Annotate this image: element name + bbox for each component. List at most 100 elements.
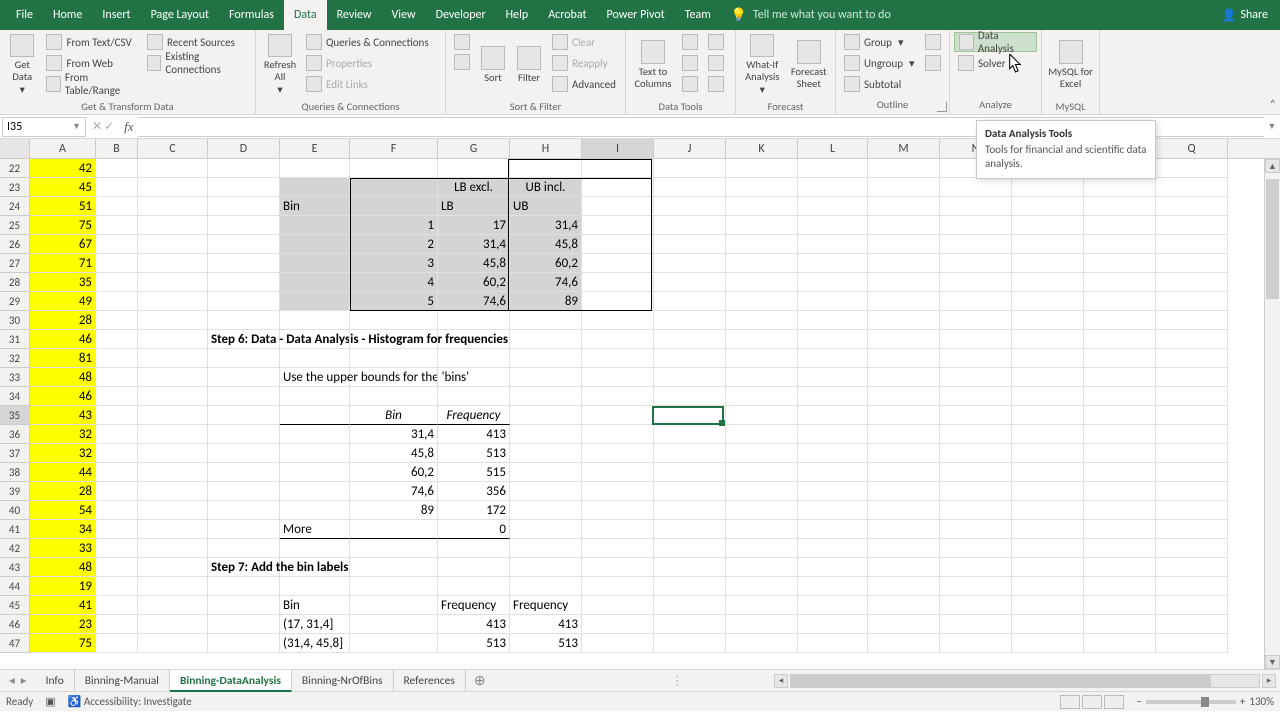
cell[interactable] <box>940 273 1012 292</box>
tab-data[interactable]: Data <box>284 0 327 30</box>
cell[interactable] <box>510 159 582 178</box>
cell[interactable] <box>280 425 350 444</box>
cell[interactable] <box>726 159 798 178</box>
cell[interactable] <box>940 292 1012 311</box>
cell[interactable] <box>138 235 208 254</box>
cell[interactable] <box>208 501 280 520</box>
cell[interactable] <box>582 596 654 615</box>
cell[interactable]: 44 <box>30 463 96 482</box>
row-header[interactable]: 28 <box>0 273 30 292</box>
cell[interactable]: 45 <box>30 178 96 197</box>
cell[interactable] <box>438 311 510 330</box>
cell[interactable]: 46 <box>30 387 96 406</box>
row-header[interactable]: 46 <box>0 615 30 634</box>
cell[interactable]: 60,2 <box>510 254 582 273</box>
cell[interactable] <box>438 577 510 596</box>
cell[interactable] <box>1012 235 1084 254</box>
cell[interactable] <box>582 311 654 330</box>
cell[interactable]: 2 <box>350 235 438 254</box>
cell[interactable] <box>510 387 582 406</box>
col-header[interactable]: G <box>438 139 510 158</box>
cell[interactable] <box>940 235 1012 254</box>
cell[interactable] <box>654 216 726 235</box>
cell[interactable] <box>138 330 208 349</box>
cell[interactable] <box>868 482 940 501</box>
cell[interactable]: 32 <box>30 425 96 444</box>
cell[interactable] <box>798 349 868 368</box>
row-header[interactable]: 33 <box>0 368 30 387</box>
cell[interactable]: 45,8 <box>438 254 510 273</box>
cell[interactable] <box>1156 634 1228 653</box>
cell[interactable] <box>726 558 798 577</box>
cell[interactable] <box>1156 216 1228 235</box>
cell[interactable] <box>726 425 798 444</box>
expand-formula-bar-icon[interactable]: ▼ <box>1264 121 1280 132</box>
cell[interactable] <box>940 444 1012 463</box>
col-header[interactable]: M <box>868 139 940 158</box>
cell[interactable] <box>654 197 726 216</box>
cell[interactable] <box>726 349 798 368</box>
cell[interactable] <box>1084 387 1156 406</box>
cell[interactable]: 33 <box>30 539 96 558</box>
cell[interactable] <box>1012 349 1084 368</box>
cell[interactable] <box>1084 539 1156 558</box>
cell[interactable] <box>726 520 798 539</box>
cell[interactable] <box>1012 387 1084 406</box>
cell[interactable] <box>1084 197 1156 216</box>
sort-asc-button[interactable] <box>450 32 474 52</box>
cell[interactable] <box>726 539 798 558</box>
cell[interactable] <box>726 615 798 634</box>
cell[interactable]: (31,4, 45,8] <box>280 634 350 653</box>
group-button[interactable]: Group▾ <box>840 32 919 52</box>
cell[interactable]: 19 <box>30 577 96 596</box>
cell[interactable] <box>868 425 940 444</box>
cell[interactable] <box>1084 368 1156 387</box>
cell[interactable]: 60,2 <box>350 463 438 482</box>
cell[interactable] <box>280 216 350 235</box>
cell[interactable] <box>1012 444 1084 463</box>
sheet-tab[interactable]: Binning-Manual <box>75 670 170 692</box>
row-header[interactable]: 32 <box>0 349 30 368</box>
fx-icon[interactable]: fx <box>124 119 133 135</box>
cell[interactable] <box>868 216 940 235</box>
cell[interactable] <box>208 178 280 197</box>
cell[interactable] <box>138 254 208 273</box>
cell[interactable] <box>582 292 654 311</box>
cell[interactable] <box>280 349 350 368</box>
cell[interactable] <box>1156 425 1228 444</box>
cell[interactable] <box>798 558 868 577</box>
cell[interactable] <box>868 539 940 558</box>
cell[interactable]: 89 <box>350 501 438 520</box>
row-header[interactable]: 40 <box>0 501 30 520</box>
cell[interactable]: 32 <box>30 444 96 463</box>
cell[interactable] <box>350 577 438 596</box>
cell[interactable]: 46 <box>30 330 96 349</box>
cell[interactable]: 45,8 <box>510 235 582 254</box>
tab-help[interactable]: Help <box>496 0 539 30</box>
cell[interactable] <box>582 501 654 520</box>
cell[interactable]: 81 <box>30 349 96 368</box>
cell[interactable] <box>1084 292 1156 311</box>
cell[interactable] <box>582 235 654 254</box>
tab-view[interactable]: View <box>382 0 426 30</box>
cell[interactable] <box>798 539 868 558</box>
row-header[interactable]: 24 <box>0 197 30 216</box>
cell[interactable] <box>1084 406 1156 425</box>
queries-connections-button[interactable]: Queries & Connections <box>302 32 433 52</box>
cell[interactable] <box>940 463 1012 482</box>
row-header[interactable]: 43 <box>0 558 30 577</box>
row-header[interactable]: 44 <box>0 577 30 596</box>
cell[interactable] <box>1012 463 1084 482</box>
cell[interactable] <box>96 178 138 197</box>
cell[interactable]: 49 <box>30 292 96 311</box>
cell[interactable] <box>582 444 654 463</box>
what-if-button[interactable]: What-If Analysis▾ <box>740 32 785 98</box>
cell[interactable]: 3 <box>350 254 438 273</box>
show-detail-button[interactable] <box>921 32 945 52</box>
cell[interactable] <box>1156 539 1228 558</box>
cell[interactable] <box>96 425 138 444</box>
cell[interactable] <box>208 368 280 387</box>
cell[interactable] <box>208 577 280 596</box>
filter-button[interactable]: Filter <box>512 32 546 98</box>
cell[interactable] <box>582 178 654 197</box>
